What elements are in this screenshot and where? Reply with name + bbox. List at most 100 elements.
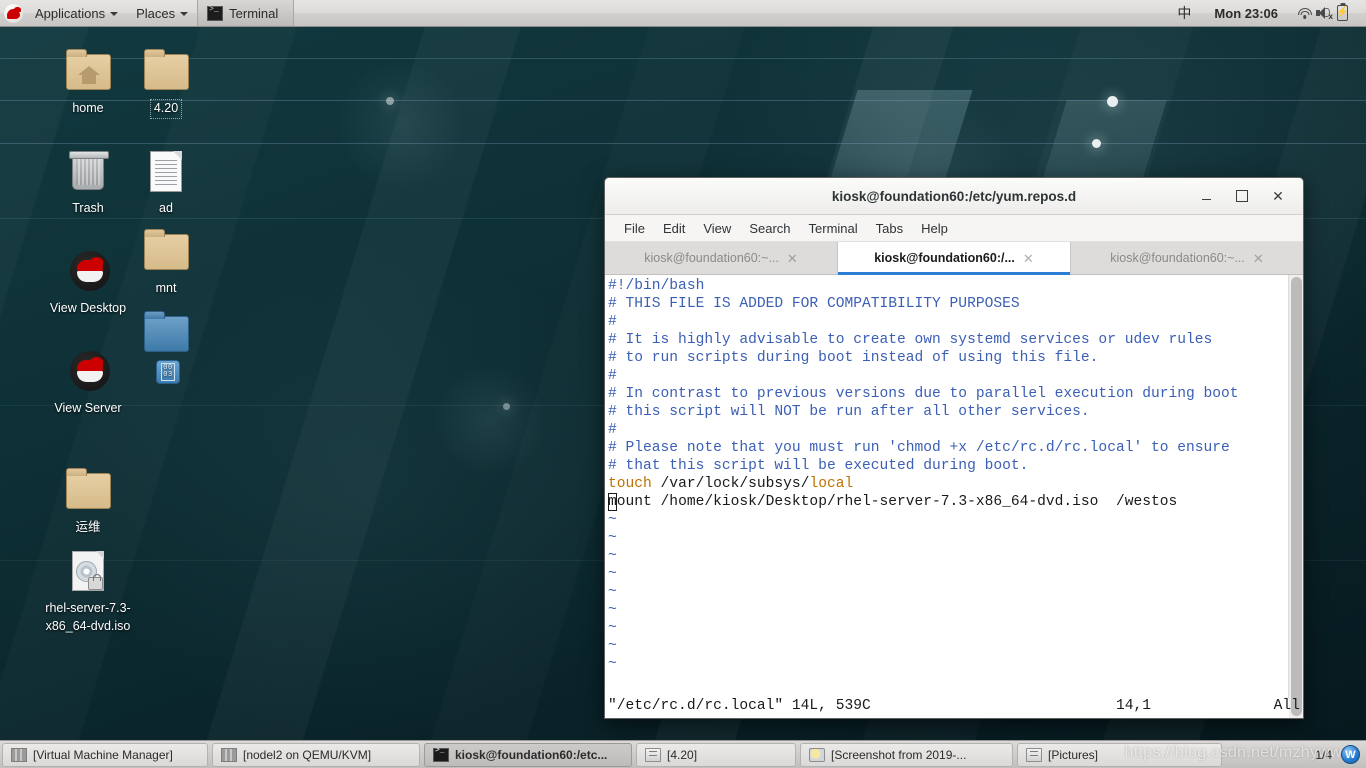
wallpaper-dot [1107, 96, 1118, 107]
folder-home-icon [62, 48, 114, 96]
active-app-menu-terminal[interactable]: Terminal [197, 0, 295, 26]
redhat-logo-icon[interactable] [4, 3, 23, 23]
vmm-icon [11, 747, 27, 762]
vmm-icon [221, 747, 237, 762]
clock[interactable]: Mon 23:06 [1204, 0, 1288, 26]
close-icon[interactable]: ✕ [787, 252, 798, 265]
wallpaper-dot [1092, 139, 1101, 148]
terminal-icon [433, 746, 449, 762]
taskbar-item-label: [Virtual Machine Manager] [33, 747, 173, 762]
chevron-down-icon [180, 12, 189, 16]
terminal-titlebar[interactable]: kiosk@foundation60:/etc/yum.repos.d ✕ [605, 178, 1303, 215]
vim-editor-content[interactable]: #!/bin/bash # THIS FILE IS ADDED FOR COMP… [605, 275, 1288, 718]
clock-label: Mon 23:06 [1214, 5, 1278, 21]
terminal-scrollbar[interactable] [1288, 275, 1303, 718]
top-panel: Applications Places Terminal 中 Mon 23:06… [0, 0, 1366, 27]
close-button[interactable]: ✕ [1270, 188, 1286, 204]
menu-edit[interactable]: Edit [654, 219, 694, 238]
menu-view[interactable]: View [694, 219, 740, 238]
desktop-icon-yunwei[interactable]: 运维 [33, 467, 143, 537]
image-viewer-icon [809, 747, 825, 762]
document-icon [140, 148, 192, 196]
wallpaper-dot [503, 403, 510, 410]
battery-charging-icon: ⚡ [1336, 5, 1349, 21]
desktop-icon-mnt[interactable]: mnt [111, 228, 221, 298]
wallpaper-dot [386, 97, 394, 105]
maximize-button[interactable] [1234, 188, 1250, 204]
workspace-indicator[interactable]: 1/4 [1311, 748, 1336, 762]
taskbar-item-420[interactable]: [4.20] [636, 742, 796, 767]
minimize-button[interactable] [1198, 188, 1214, 204]
close-icon[interactable]: ✕ [1023, 252, 1034, 265]
taskbar-item-nodel2[interactable]: [nodel2 on QEMU/KVM] [212, 742, 420, 767]
desktop-icon-label: rhel-server-7.3-x86_64-dvd.iso [45, 601, 131, 633]
taskbar-item-vmm[interactable]: [Virtual Machine Manager] [2, 742, 208, 767]
desktop-icon-label: View Server [54, 401, 122, 415]
desktop-icon-label: 4.20 [149, 99, 183, 119]
active-app-label: Terminal [229, 5, 279, 21]
taskbar-item-pictures[interactable]: [Pictures] [1017, 742, 1222, 767]
desktop-icon-label: Trash [72, 201, 104, 215]
menu-search[interactable]: Search [740, 219, 799, 238]
desktop-icon-rhel-iso[interactable]: rhel-server-7.3-x86_64-dvd.iso [33, 548, 143, 636]
folder-icon [140, 228, 192, 276]
folder-blue-icon [140, 310, 192, 358]
desktop-icon-label: 运维 [75, 520, 101, 534]
places-menu[interactable]: Places [127, 0, 197, 26]
system-status-menu[interactable]: x ⚡ [1291, 0, 1358, 26]
binary-app-icon: 00 03 [140, 352, 192, 400]
terminal-menubar: File Edit View Search Terminal Tabs Help [605, 215, 1303, 242]
places-menu-label: Places [136, 5, 176, 21]
tab-label: kiosk@foundation60:~... [1110, 251, 1245, 265]
redhat-icon [62, 348, 114, 396]
desktop-icon-ad[interactable]: ad [111, 148, 221, 218]
desktop-icon-view-server[interactable]: View Server [33, 348, 143, 418]
terminal-tab-1[interactable]: kiosk@foundation60:~... ✕ [605, 242, 838, 274]
close-icon[interactable]: ✕ [1253, 252, 1264, 265]
terminal-body[interactable]: #!/bin/bash # THIS FILE IS ADDED FOR COMP… [605, 275, 1303, 718]
taskbar-item-terminal[interactable]: kiosk@foundation60:/etc... [424, 742, 632, 767]
taskbar-item-label: kiosk@foundation60:/etc... [455, 747, 608, 762]
redhat-icon [62, 248, 114, 296]
menu-terminal[interactable]: Terminal [800, 219, 867, 238]
menu-tabs[interactable]: Tabs [867, 219, 912, 238]
terminal-icon [207, 5, 224, 21]
ime-label: 中 [1177, 5, 1192, 21]
tab-label: kiosk@foundation60:~... [644, 251, 779, 265]
menu-file[interactable]: File [615, 219, 654, 238]
taskbar-item-label: [Pictures] [1048, 747, 1099, 762]
taskbar: [Virtual Machine Manager] [nodel2 on QEM… [0, 740, 1366, 768]
file-manager-icon [645, 747, 661, 762]
scrollbar-thumb[interactable] [1291, 277, 1302, 716]
tab-label: kiosk@foundation60:/... [874, 251, 1015, 265]
terminal-window[interactable]: kiosk@foundation60:/etc/yum.repos.d ✕ Fi… [604, 177, 1304, 719]
menu-help[interactable]: Help [912, 219, 957, 238]
terminal-tab-2[interactable]: kiosk@foundation60:/... ✕ [838, 242, 1071, 275]
applications-menu[interactable]: Applications [26, 0, 127, 26]
folder-icon [140, 48, 192, 96]
taskbar-right-area: 1/4 W [1311, 745, 1366, 764]
wallpaper-halo [430, 360, 550, 480]
desktop-icon-420[interactable]: 4.20 [111, 48, 221, 119]
desktop-icon-label: mnt [155, 281, 177, 295]
chevron-down-icon [110, 12, 119, 16]
window-controls: ✕ [1198, 188, 1303, 204]
taskbar-item-label: [nodel2 on QEMU/KVM] [243, 747, 372, 762]
taskbar-item-screenshot[interactable]: [Screenshot from 2019-... [800, 742, 1013, 767]
file-manager-icon [1026, 747, 1042, 762]
taskbar-item-label: [Screenshot from 2019-... [831, 747, 967, 762]
vim-status-line: "/etc/rc.d/rc.local" 14L, 539C 14,1 All [605, 698, 1300, 718]
desktop-icon-label: home [72, 101, 104, 115]
wallpaper-line [0, 143, 1366, 144]
iso-locked-icon [62, 548, 114, 596]
desktop-icon-label: ad [159, 201, 173, 215]
wallpaper-halo [330, 55, 470, 195]
trash-icon [62, 148, 114, 196]
terminal-tabbar: kiosk@foundation60:~... ✕ kiosk@foundati… [605, 242, 1303, 275]
folder-icon [62, 467, 114, 515]
terminal-tab-3[interactable]: kiosk@foundation60:~... ✕ [1071, 242, 1303, 274]
workspace-switcher-orb[interactable]: W [1341, 745, 1360, 764]
panel-status-area: 中 Mon 23:06 x ⚡ [1171, 0, 1366, 26]
volume-muted-icon: x [1316, 6, 1333, 21]
input-method-indicator[interactable]: 中 [1171, 0, 1201, 26]
